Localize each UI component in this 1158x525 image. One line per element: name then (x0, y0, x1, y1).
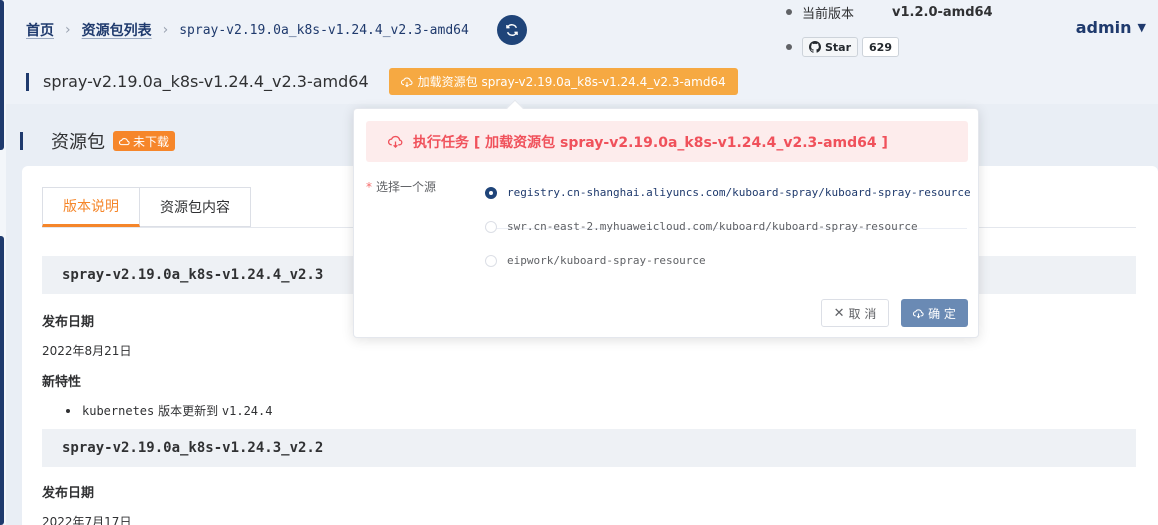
release-date-heading: 发布日期 (42, 315, 95, 330)
radio-circle (485, 220, 497, 233)
cancel-label: 取 消 (848, 306, 877, 321)
version-value: v1.2.0-amd64 (892, 4, 993, 20)
refresh-icon (506, 24, 518, 36)
left-accent-segment (0, 0, 4, 150)
breadcrumb-home[interactable]: 首页 (26, 20, 54, 40)
breadcrumb-current: spray-v2.19.0a_k8s-v1.24.4_v2.3-amd64 (179, 22, 469, 38)
status-badge-label: 未下载 (133, 134, 170, 149)
task-alert: 执行任务 [ 加载资源包 spray-v2.19.0a_k8s-v1.24.4_… (366, 121, 968, 162)
github-star-label: Star (825, 40, 852, 54)
radio-circle (485, 186, 497, 199)
source-radio-eipwork[interactable]: eipwork/kuboard-spray-resource (485, 254, 706, 267)
bullet-dot (786, 44, 792, 50)
cloud-icon (119, 137, 130, 145)
title-bar: spray-v2.19.0a_k8s-v1.24.4_v2.3-amd64 加载… (26, 68, 738, 95)
header: 首页 › 资源包列表 › spray-v2.19.0a_k8s-v1.24.4_… (6, 0, 1158, 104)
github-row: Star 629 (786, 37, 899, 57)
source-label: * 选择一个源 (366, 178, 436, 195)
section-header: 资源包 未下载 (20, 128, 176, 154)
cancel-button[interactable]: ✕ 取 消 (821, 299, 889, 327)
cloud-download-icon (913, 308, 924, 318)
confirm-label: 确 定 (928, 306, 956, 321)
breadcrumb: 首页 › 资源包列表 › spray-v2.19.0a_k8s-v1.24.4_… (26, 20, 469, 40)
github-star-button[interactable]: Star (802, 37, 859, 57)
source-radio-label: eipwork/kuboard-spray-resource (507, 254, 706, 267)
version-info: 当前版本 v1.2.0-amd64 (786, 2, 993, 22)
release-date: 2022年8月21日 (42, 344, 132, 358)
source-radio-aliyun[interactable]: registry.cn-shanghai.aliyuncs.com/kuboar… (485, 186, 971, 199)
user-menu[interactable]: admin ▼ (1076, 18, 1146, 37)
left-accent-segment (0, 236, 4, 525)
status-badge: 未下载 (113, 131, 176, 151)
source-label-text: 选择一个源 (376, 180, 437, 194)
chevron-right-icon: › (65, 22, 71, 38)
user-name: admin (1075, 18, 1132, 37)
github-icon (809, 41, 821, 53)
tab-release-notes[interactable]: 版本说明 (42, 187, 140, 227)
bullet-dot (786, 9, 792, 15)
confirm-button[interactable]: 确 定 (901, 299, 968, 327)
task-alert-text: 执行任务 [ 加载资源包 spray-v2.19.0a_k8s-v1.24.4_… (413, 134, 888, 151)
close-icon: ✕ (833, 305, 845, 321)
source-radio-label: registry.cn-shanghai.aliyuncs.com/kuboar… (507, 186, 971, 199)
cloud-download-icon (388, 135, 403, 149)
release-heading: spray-v2.19.0a_k8s-v1.24.3_v2.2 (42, 429, 1136, 467)
source-radio-huaweicloud[interactable]: swr.cn-east-2.myhuaweicloud.com/kuboard/… (485, 220, 918, 233)
tabs: 版本说明 资源包内容 (42, 187, 251, 227)
load-resource-button[interactable]: 加载资源包 spray-v2.19.0a_k8s-v1.24.4_v2.3-am… (388, 68, 738, 95)
refresh-button[interactable] (497, 15, 527, 45)
features-heading: 新特性 (42, 375, 82, 390)
cloud-download-icon (400, 77, 413, 87)
feature-item: kubernetes 版本更新到 v1.24.4 (66, 402, 272, 419)
title-marker (26, 72, 29, 91)
release-date: 2022年7月17日 (42, 515, 132, 525)
tab-package-contents[interactable]: 资源包内容 (140, 187, 251, 227)
release-date-heading: 发布日期 (42, 486, 95, 501)
feature-text: 版本更新到 (154, 404, 222, 418)
section-title: 资源包 (51, 132, 105, 153)
breadcrumb-resource-list[interactable]: 资源包列表 (82, 20, 152, 40)
feature-prefix: kubernetes (82, 403, 155, 418)
section-marker (20, 132, 23, 150)
caret-down-icon: ▼ (1137, 21, 1146, 34)
load-resource-label: 加载资源包 spray-v2.19.0a_k8s-v1.24.4_v2.3-am… (417, 75, 726, 89)
feature-version: v1.24.4 (221, 403, 273, 418)
load-resource-popover: 执行任务 [ 加载资源包 spray-v2.19.0a_k8s-v1.24.4_… (353, 99, 979, 338)
chevron-right-icon: › (162, 22, 169, 38)
required-mark: * (366, 180, 372, 194)
github-star-count[interactable]: 629 (862, 37, 899, 57)
radio-circle (485, 254, 497, 267)
page-title: spray-v2.19.0a_k8s-v1.24.4_v2.3-amd64 (43, 72, 369, 91)
source-radio-label: swr.cn-east-2.myhuaweicloud.com/kuboard/… (507, 220, 918, 233)
version-label: 当前版本 (802, 6, 855, 22)
